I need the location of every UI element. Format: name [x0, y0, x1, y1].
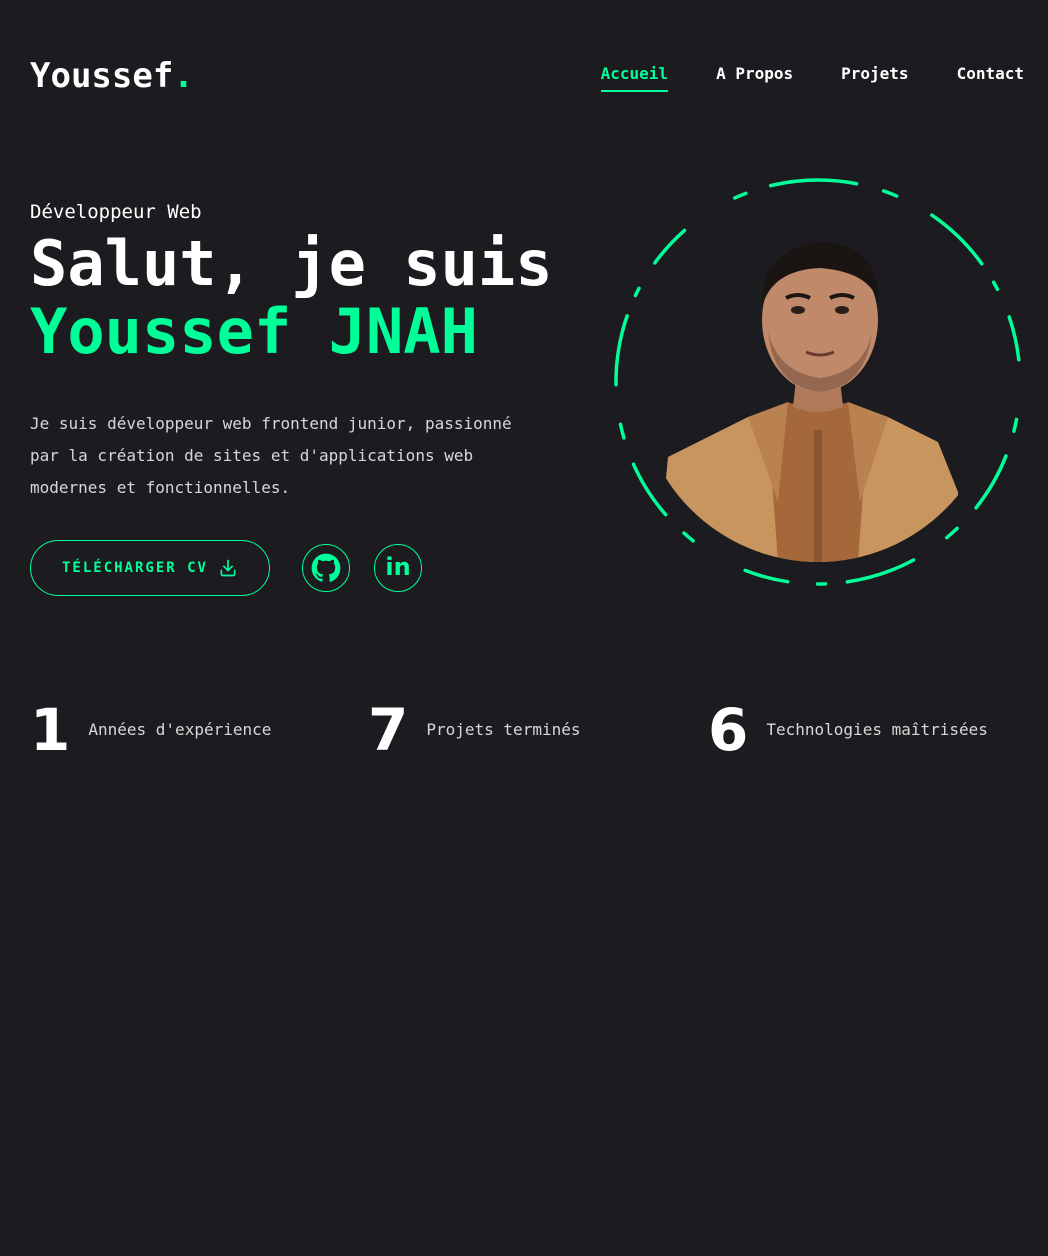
- stat-experience: 1 Années d'expérience: [30, 690, 271, 770]
- hero-text: Développeur Web Salut, je suis Youssef J…: [30, 198, 590, 520]
- stat-label: Technologies maîtrisées: [766, 720, 988, 739]
- nav-link-accueil[interactable]: Accueil: [600, 62, 669, 92]
- hero-name: Youssef JNAH: [30, 295, 478, 368]
- hero-intro: Je suis développeur web frontend junior,…: [30, 414, 512, 497]
- site-header: Youssef. Accueil A Propos Projets Contac…: [0, 0, 1048, 150]
- logo-text: Youssef: [30, 56, 174, 96]
- hero-headline: Salut, je suis Youssef JNAH: [30, 230, 590, 366]
- github-icon: [311, 553, 341, 582]
- download-icon: [220, 559, 236, 577]
- hero-greeting: Salut, je suis: [30, 227, 553, 300]
- portrait-image: [638, 202, 998, 562]
- nav-link-a-propos[interactable]: A Propos: [716, 62, 793, 92]
- download-cv-label: TÉLÉCHARGER CV: [61, 560, 208, 576]
- stat-value: 1: [30, 696, 71, 764]
- site-logo[interactable]: Youssef.: [30, 54, 194, 98]
- github-link[interactable]: [302, 544, 350, 592]
- stats-row: 1 Années d'expérience 7 Projets terminés…: [30, 690, 1020, 770]
- nav-link-projets[interactable]: Projets: [841, 62, 908, 92]
- logo-dot: .: [173, 56, 194, 96]
- nav-link-contact[interactable]: Contact: [957, 62, 1024, 92]
- stat-value: 7: [368, 696, 409, 764]
- stat-projects: 7 Projets terminés: [368, 690, 580, 770]
- profile-photo: [612, 176, 1024, 588]
- stat-label: Années d'expérience: [88, 720, 272, 739]
- hero-actions: TÉLÉCHARGER CV in: [30, 540, 422, 596]
- stat-label: Projets terminés: [426, 720, 581, 739]
- stat-technologies: 6 Technologies maîtrisées: [708, 690, 988, 770]
- linkedin-icon: in: [385, 553, 411, 581]
- download-cv-button[interactable]: TÉLÉCHARGER CV: [30, 540, 270, 596]
- main-nav: Accueil A Propos Projets Contact: [600, 62, 1024, 92]
- linkedin-link[interactable]: in: [374, 544, 422, 592]
- stat-value: 6: [708, 696, 749, 764]
- hero-role: Développeur Web: [30, 201, 202, 223]
